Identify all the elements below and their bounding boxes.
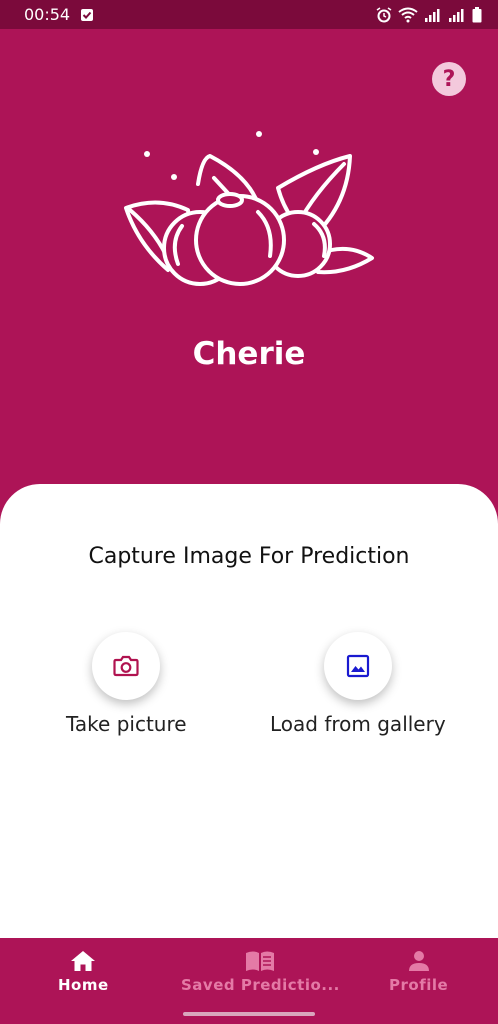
person-icon [408, 951, 429, 971]
gesture-home-indicator[interactable] [183, 1012, 315, 1016]
load-gallery-button[interactable] [323, 632, 392, 700]
book-icon [246, 951, 275, 971]
nav-label-profile: Profile [389, 976, 449, 994]
load-gallery-label: Load from gallery [270, 712, 446, 736]
take-picture-button[interactable] [92, 632, 161, 700]
status-bar: 00:54 [0, 0, 498, 29]
task-check-icon [81, 8, 94, 21]
camera-icon [113, 655, 139, 677]
signal-icon-2 [449, 8, 464, 22]
status-time: 00:54 [24, 5, 71, 24]
image-icon [346, 654, 369, 678]
take-picture-action[interactable]: Take picture [66, 632, 187, 736]
help-button[interactable]: ? [432, 62, 466, 96]
berries-logo-icon [124, 131, 374, 286]
nav-label-saved-predictions: Saved Predictio... [181, 976, 340, 994]
load-gallery-action[interactable]: Load from gallery [270, 632, 446, 736]
wifi-icon [398, 7, 418, 22]
nav-item-home[interactable]: Home [58, 950, 109, 994]
take-picture-label: Take picture [66, 712, 187, 736]
nav-label-home: Home [58, 976, 109, 994]
home-icon [71, 951, 96, 971]
battery-icon [472, 6, 482, 22]
question-mark-icon: ? [442, 66, 456, 92]
capture-card: Capture Image For Prediction Take pictur… [0, 484, 498, 939]
app-name: Cherie [192, 336, 306, 372]
alarm-icon [376, 6, 392, 22]
signal-icon-1 [425, 8, 440, 22]
nav-item-profile[interactable]: Profile [389, 950, 448, 994]
nav-item-saved-predictions[interactable]: Saved Predictio... [181, 950, 340, 994]
card-title: Capture Image For Prediction [88, 544, 410, 569]
